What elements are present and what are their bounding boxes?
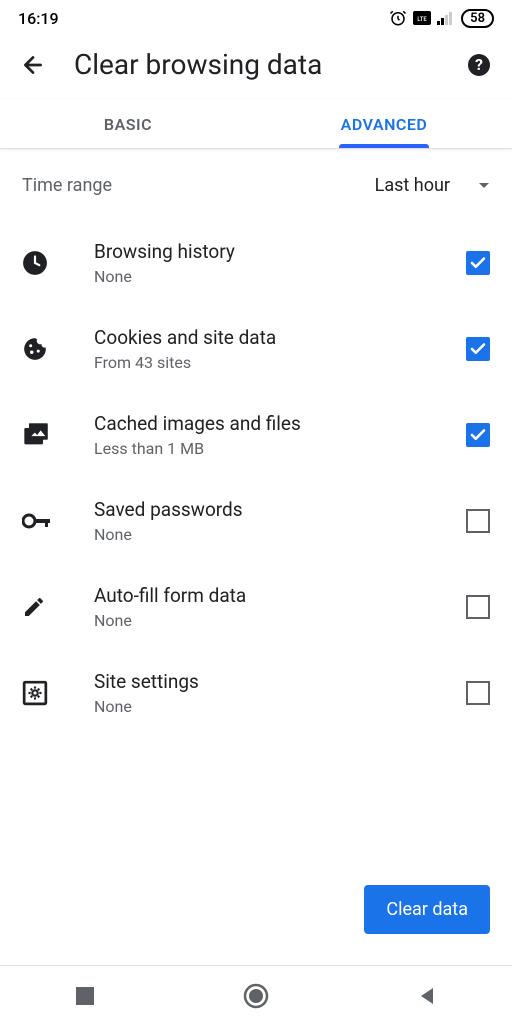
- checkbox-browsing-history[interactable]: [466, 251, 490, 275]
- circle-icon: [243, 983, 269, 1009]
- divider: [0, 965, 512, 966]
- key-icon: [22, 512, 52, 530]
- item-subtitle: None: [94, 267, 466, 286]
- status-bar: 16:19 LTE 58: [0, 0, 512, 36]
- chevron-down-icon: [478, 182, 490, 190]
- gear-box-icon: [22, 680, 48, 706]
- cookie-icon: [22, 336, 48, 362]
- svg-text:?: ?: [475, 55, 483, 74]
- tab-advanced[interactable]: ADVANCED: [256, 99, 512, 148]
- square-icon: [76, 987, 94, 1005]
- item-browsing-history[interactable]: Browsing history None: [0, 220, 512, 306]
- help-button[interactable]: ?: [466, 52, 492, 78]
- item-title: Saved passwords: [94, 498, 466, 521]
- item-title: Site settings: [94, 670, 466, 693]
- nav-recent[interactable]: [35, 987, 135, 1005]
- item-subtitle: Less than 1 MB: [94, 439, 466, 458]
- svg-text:LTE: LTE: [417, 16, 427, 23]
- item-subtitle: From 43 sites: [94, 353, 466, 372]
- alarm-icon: [389, 9, 407, 27]
- status-time: 16:19: [18, 9, 59, 28]
- item-title: Browsing history: [94, 240, 466, 263]
- back-button[interactable]: [20, 52, 46, 78]
- item-title: Cached images and files: [94, 412, 466, 435]
- item-cached-images[interactable]: Cached images and files Less than 1 MB: [0, 392, 512, 478]
- time-range-select[interactable]: Last hour: [375, 175, 490, 196]
- item-subtitle: None: [94, 611, 466, 630]
- triangle-left-icon: [417, 986, 437, 1006]
- checkbox-cached-images[interactable]: [466, 423, 490, 447]
- check-icon: [469, 426, 487, 444]
- nav-back[interactable]: [377, 986, 477, 1006]
- checkbox-saved-passwords[interactable]: [466, 509, 490, 533]
- signal-icon: [437, 11, 455, 25]
- page-title: Clear browsing data: [74, 48, 438, 81]
- nav-bar: [0, 968, 512, 1024]
- check-icon: [469, 340, 487, 358]
- images-icon: [22, 421, 50, 449]
- tabs: BASIC ADVANCED: [0, 99, 512, 149]
- checkbox-autofill[interactable]: [466, 595, 490, 619]
- check-icon: [469, 254, 487, 272]
- item-cookies[interactable]: Cookies and site data From 43 sites: [0, 306, 512, 392]
- items-list: Browsing history None Cookies and site d…: [0, 214, 512, 736]
- item-autofill[interactable]: Auto-fill form data None: [0, 564, 512, 650]
- item-subtitle: None: [94, 697, 466, 716]
- time-range-value: Last hour: [375, 175, 450, 196]
- nav-home[interactable]: [206, 983, 306, 1009]
- checkbox-cookies[interactable]: [466, 337, 490, 361]
- item-saved-passwords[interactable]: Saved passwords None: [0, 478, 512, 564]
- item-title: Cookies and site data: [94, 326, 466, 349]
- help-icon: ?: [467, 53, 491, 77]
- item-subtitle: None: [94, 525, 466, 544]
- checkbox-site-settings[interactable]: [466, 681, 490, 705]
- clock-icon: [22, 250, 48, 276]
- volte-icon: LTE: [413, 11, 431, 25]
- item-site-settings[interactable]: Site settings None: [0, 650, 512, 736]
- time-range-label: Time range: [22, 175, 112, 196]
- clear-data-button[interactable]: Clear data: [364, 885, 490, 934]
- header: Clear browsing data ?: [0, 36, 512, 99]
- battery-indicator: 58: [461, 9, 494, 28]
- time-range-row: Time range Last hour: [0, 149, 512, 214]
- tab-basic[interactable]: BASIC: [0, 99, 256, 148]
- pencil-icon: [22, 595, 46, 619]
- status-right: LTE 58: [389, 9, 494, 28]
- item-title: Auto-fill form data: [94, 584, 466, 607]
- arrow-left-icon: [20, 52, 46, 78]
